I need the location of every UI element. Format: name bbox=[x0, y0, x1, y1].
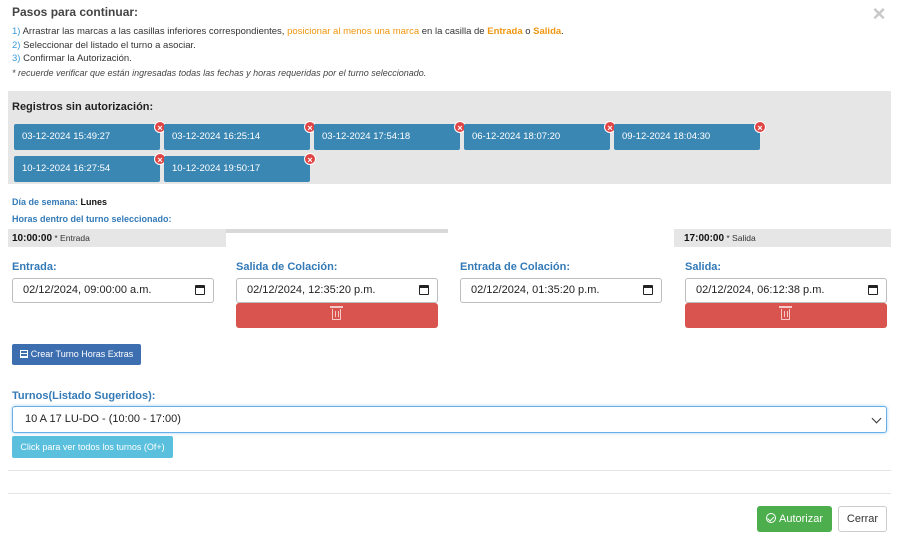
step-3-text: Confirmar la Autorización. bbox=[20, 53, 132, 64]
registro-chip-label: 06-12-2024 18:07:20 bbox=[472, 131, 561, 142]
entrada-datetime-value: 02/12/2024, 09:00:00 a.m. bbox=[23, 284, 152, 296]
registro-chip[interactable]: 06-12-2024 18:07:20 × bbox=[464, 121, 616, 150]
turno-entrada-time: 10:00:00 bbox=[12, 233, 53, 244]
step-1: 1) Arrastrar las marcas a las casillas i… bbox=[12, 25, 564, 39]
turno-salida-time: 17:00:00 bbox=[684, 233, 725, 244]
delete-salida-button[interactable] bbox=[685, 303, 887, 328]
crear-turno-label: Crear Turno Horas Extras bbox=[30, 349, 134, 359]
step-3: 3) Confirmar la Autorización. bbox=[12, 52, 564, 66]
dia-semana-value: Lunes bbox=[80, 197, 108, 207]
calendar-icon[interactable] bbox=[868, 285, 878, 295]
turno-entrada-label: * Entrada bbox=[52, 233, 90, 243]
autorizar-label: Autorizar bbox=[778, 513, 824, 525]
dia-semana: Día de semana: Lunes bbox=[12, 197, 107, 207]
turnos-select[interactable]: 10 A 17 LU-DO - (10:00 - 17:00) bbox=[12, 406, 887, 433]
entrada-colacion-datetime-input[interactable]: 02/12/2024, 01:35:20 p.m. bbox=[460, 278, 662, 303]
turnos-select-value: 10 A 17 LU-DO - (10:00 - 17:00) bbox=[25, 413, 181, 425]
entrada-colacion-datetime-value: 02/12/2024, 01:35:20 p.m. bbox=[471, 284, 600, 296]
autorizar-button[interactable]: Autorizar bbox=[757, 506, 832, 532]
step-2-text: Seleccionar del listado el turno a asoci… bbox=[20, 39, 196, 51]
registro-chip[interactable]: 10-12-2024 19:50:17 × bbox=[164, 153, 316, 182]
registro-chip[interactable]: 10-12-2024 16:27:54 × bbox=[14, 153, 166, 182]
step-1-salida: Salida bbox=[533, 26, 562, 37]
verification-note: * recuerde verificar que están ingresada… bbox=[12, 68, 427, 78]
table-icon bbox=[19, 350, 28, 358]
entrada-label: Entrada: bbox=[12, 261, 57, 273]
turno-timeline: 10:00:00 * Entrada 17:00:00 * Salida bbox=[8, 229, 891, 247]
registro-chip[interactable]: 03-12-2024 16:25:14 × bbox=[164, 121, 316, 150]
trash-icon bbox=[330, 306, 343, 320]
trash-icon bbox=[779, 306, 792, 320]
registro-chip[interactable]: 09-12-2024 18:04:30 × bbox=[614, 121, 766, 150]
check-circle-icon bbox=[765, 513, 776, 523]
registro-chip-label: 09-12-2024 18:04:30 bbox=[622, 131, 711, 142]
close-icon[interactable]: × bbox=[869, 3, 889, 25]
step-1-end: . bbox=[561, 26, 564, 37]
calendar-icon[interactable] bbox=[419, 285, 429, 295]
salida-colacion-datetime-input[interactable]: 02/12/2024, 12:35:20 p.m. bbox=[236, 278, 438, 303]
salida-colacion-datetime-value: 02/12/2024, 12:35:20 p.m. bbox=[247, 284, 376, 296]
registro-chip[interactable]: 03-12-2024 17:54:18 × bbox=[314, 121, 466, 150]
entrada-datetime-input[interactable]: 02/12/2024, 09:00:00 a.m. bbox=[12, 278, 214, 303]
instructions: 1) Arrastrar las marcas a las casillas i… bbox=[12, 25, 564, 66]
step-1-mid: en la casilla de bbox=[419, 26, 488, 37]
registro-chip-label: 10-12-2024 19:50:17 bbox=[172, 163, 261, 174]
registros-panel: Registros sin autorización: 03-12-2024 1… bbox=[8, 91, 891, 184]
divider bbox=[8, 470, 891, 471]
registro-chip-label: 03-12-2024 16:25:14 bbox=[172, 131, 261, 142]
chevron-down-icon bbox=[871, 413, 882, 424]
registro-chip[interactable]: 03-12-2024 15:49:27 × bbox=[14, 121, 166, 150]
turnos-select-label: Turnos(Listado Sugeridos): bbox=[12, 390, 156, 402]
ver-todos-turnos-button[interactable]: Click para ver todos los turnos (Of+) bbox=[12, 436, 173, 458]
dia-semana-label: Día de semana: bbox=[12, 197, 79, 207]
step-1-entrada: Entrada bbox=[487, 26, 523, 37]
remove-icon[interactable]: × bbox=[754, 121, 766, 133]
salida-datetime-value: 02/12/2024, 06:12:38 p.m. bbox=[696, 284, 825, 296]
page-title: Pasos para continuar: bbox=[12, 5, 139, 19]
step-1-text: Arrastrar las marcas a las casillas infe… bbox=[20, 26, 288, 37]
step-1-o: o bbox=[522, 26, 534, 37]
cerrar-button[interactable]: Cerrar bbox=[838, 506, 887, 532]
delete-salida-colacion-button[interactable] bbox=[236, 303, 438, 328]
registro-chip-label: 10-12-2024 16:27:54 bbox=[22, 163, 111, 174]
calendar-icon[interactable] bbox=[643, 285, 653, 295]
divider bbox=[8, 493, 891, 494]
registro-chip-label: 03-12-2024 17:54:18 bbox=[322, 131, 411, 142]
entrada-colacion-label: Entrada de Colación: bbox=[460, 261, 571, 273]
crear-turno-horas-extras-button[interactable]: Crear Turno Horas Extras bbox=[12, 344, 141, 365]
registro-chip-label: 03-12-2024 15:49:27 bbox=[22, 131, 111, 142]
remove-icon[interactable]: × bbox=[304, 153, 316, 165]
salida-colacion-label: Salida de Colación: bbox=[236, 261, 338, 273]
calendar-icon[interactable] bbox=[195, 285, 205, 295]
salida-datetime-input[interactable]: 02/12/2024, 06:12:38 p.m. bbox=[685, 278, 887, 303]
salida-label: Salida: bbox=[685, 261, 722, 273]
turno-salida-dropzone[interactable]: 17:00:00 * Salida bbox=[674, 229, 891, 247]
registros-title: Registros sin autorización: bbox=[12, 101, 154, 113]
turno-salida-label: * Salida bbox=[724, 233, 756, 243]
turno-progress-bar bbox=[226, 229, 448, 233]
horas-turno-label: Horas dentro del turno seleccionado: bbox=[12, 214, 172, 224]
step-1-highlight: posicionar al menos una marca bbox=[287, 26, 420, 37]
turno-entrada-dropzone[interactable]: 10:00:00 * Entrada bbox=[8, 229, 226, 247]
step-2: 2) Seleccionar del listado el turno a as… bbox=[12, 39, 564, 53]
